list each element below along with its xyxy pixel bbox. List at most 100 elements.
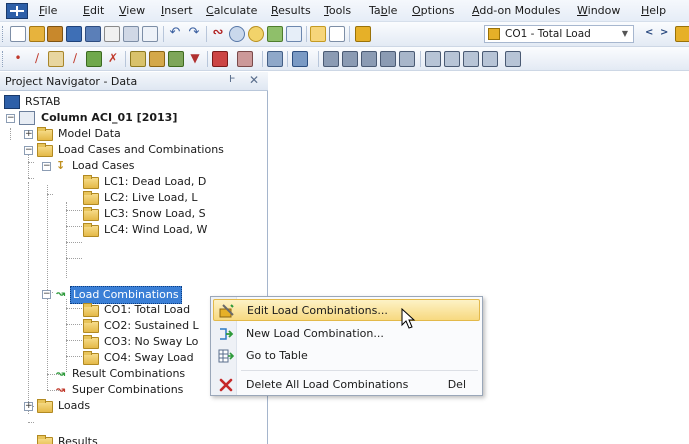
internal-force-result-icon[interactable] — [237, 51, 253, 67]
menu-tools[interactable]: Tools — [324, 4, 351, 18]
close-icon[interactable]: ✕ — [249, 73, 259, 87]
hinge-icon[interactable]: ∕ — [67, 51, 83, 67]
node-icon[interactable]: • — [10, 51, 26, 67]
tree-item-lc3[interactable]: LC3: Snow Load, S — [4, 206, 206, 222]
deformation-result-icon[interactable] — [212, 51, 228, 67]
tree-item-project[interactable]: − Column ACI_01 [2013] — [4, 110, 204, 126]
collapse-icon[interactable]: − — [24, 146, 33, 155]
menu-results[interactable]: Results — [271, 4, 311, 18]
folder-icon — [83, 319, 99, 333]
menu-file[interactable]: File — [39, 4, 57, 18]
view-select-icon[interactable] — [267, 26, 283, 42]
menu-edit[interactable]: Edit — [83, 4, 104, 18]
toolbar-grip[interactable] — [2, 26, 5, 42]
chevron-down-icon[interactable]: ▼ — [619, 27, 631, 41]
collapse-icon[interactable]: − — [42, 290, 51, 299]
standard-toolbar: ↶ ↷ ∾ CO1 - Total Load ▼ < > — [0, 22, 689, 47]
tree-item-model-data[interactable]: + Model Data — [4, 126, 204, 142]
select-window-icon[interactable] — [380, 51, 396, 67]
print-icon[interactable] — [104, 26, 120, 42]
menu-view[interactable]: View — [119, 4, 145, 18]
next-load-case-icon[interactable]: > — [660, 27, 668, 38]
open-folder-icon[interactable] — [29, 26, 45, 42]
menu-calculate[interactable]: Calculate — [206, 4, 257, 18]
imperfection-icon[interactable]: ▼ — [187, 51, 203, 67]
expand-icon[interactable]: + — [24, 402, 33, 411]
expand-icon[interactable]: + — [24, 130, 33, 139]
nodal-load-icon[interactable] — [130, 51, 146, 67]
tree-label: RSTAB — [25, 95, 61, 108]
imposed-deformation-icon[interactable] — [168, 51, 184, 67]
tree-item-super-combinations[interactable]: ↝ Super Combinations — [4, 382, 214, 398]
tree-item-load-cases-and-combinations[interactable]: − Load Cases and Combinations — [4, 142, 266, 158]
select-set-icon[interactable] — [361, 51, 377, 67]
tree-item-co3[interactable]: CO3: No Sway Lo — [4, 334, 204, 350]
table-toggle-icon[interactable] — [329, 26, 345, 42]
window-icon[interactable] — [286, 26, 302, 42]
cross-section-icon[interactable] — [86, 51, 102, 67]
tree-item-co2[interactable]: CO2: Sustained L — [4, 318, 204, 334]
tree-item-co1[interactable]: CO1: Total Load — [4, 302, 204, 318]
view-y-icon[interactable] — [444, 51, 460, 67]
member-load-icon[interactable] — [149, 51, 165, 67]
pin-icon[interactable]: Ͱ — [229, 74, 236, 85]
menu-addon-modules[interactable]: Add-on Modules — [472, 4, 560, 18]
folder-icon — [37, 435, 53, 444]
section-view-icon[interactable] — [267, 51, 283, 67]
results-display-icon[interactable] — [675, 26, 689, 42]
tree-item-load-combinations[interactable]: − ↝ Load Combinations — [4, 286, 214, 304]
project-manager-icon[interactable] — [66, 26, 82, 42]
menu-item-go-to-table[interactable]: Go to Table — [213, 345, 480, 367]
tree-item-result-combinations[interactable]: ↝ Result Combinations — [4, 366, 214, 382]
previous-load-case-icon[interactable]: < — [645, 27, 653, 38]
open-project-icon[interactable] — [47, 26, 63, 42]
menu-separator — [241, 370, 478, 371]
tree-item-load-cases[interactable]: − ↧ Load Cases — [4, 158, 204, 174]
collapse-icon[interactable]: − — [42, 162, 51, 171]
navigator-header: Project Navigator - Data Ͱ ✕ — [0, 72, 268, 91]
folder-icon — [83, 303, 99, 317]
member-icon[interactable]: ∕ — [29, 51, 45, 67]
view-x-icon[interactable] — [425, 51, 441, 67]
menu-window[interactable]: Window — [577, 4, 620, 18]
menu-table[interactable]: Table — [369, 4, 397, 18]
collapse-icon[interactable]: − — [6, 114, 15, 123]
view-z-icon[interactable] — [463, 51, 479, 67]
print-graphic-icon[interactable] — [123, 26, 139, 42]
select-all-icon[interactable] — [399, 51, 415, 67]
zoom-icon[interactable] — [229, 26, 245, 42]
support-icon[interactable] — [48, 51, 64, 67]
zoom-all-icon[interactable] — [248, 26, 264, 42]
load-case-icon[interactable] — [355, 26, 371, 42]
tree-item-loads[interactable]: + Loads — [4, 398, 204, 414]
select-node-icon[interactable] — [323, 51, 339, 67]
release-icon[interactable]: ✗ — [105, 51, 121, 67]
menu-item-new-load-combination[interactable]: New Load Combination... — [213, 323, 480, 345]
menu-insert[interactable]: Insert — [161, 4, 193, 18]
model-edit-icon[interactable]: ∾ — [210, 26, 226, 42]
select-member-icon[interactable] — [342, 51, 358, 67]
load-case-combo[interactable]: CO1 - Total Load ▼ — [484, 25, 634, 43]
tree-item-lc1[interactable]: LC1: Dead Load, D — [4, 174, 206, 190]
display-options-icon[interactable] — [505, 51, 521, 67]
tree-item-lc4[interactable]: LC4: Wind Load, W — [4, 222, 207, 238]
tree-label: Load Cases — [72, 159, 135, 172]
navigator-toggle-icon[interactable] — [310, 26, 326, 42]
toolbar-grip[interactable] — [2, 51, 5, 67]
undo-icon[interactable]: ↶ — [167, 26, 183, 42]
tree-item-lc2[interactable]: LC2: Live Load, L — [4, 190, 204, 206]
redo-icon[interactable]: ↷ — [186, 26, 202, 42]
tree-label: CO1: Total Load — [104, 303, 191, 316]
new-file-icon[interactable] — [10, 26, 26, 42]
menu-item-delete-all-load-combinations[interactable]: Delete All Load Combinations Del — [213, 374, 480, 396]
dimension-icon[interactable] — [292, 51, 308, 67]
save-icon[interactable] — [85, 26, 101, 42]
tree-item-co4[interactable]: CO4: Sway Load — [4, 350, 204, 366]
printout-report-icon[interactable] — [142, 26, 158, 42]
folder-icon — [37, 127, 53, 141]
tree-item-results[interactable]: Results — [4, 434, 204, 444]
menu-options[interactable]: Options — [412, 4, 454, 18]
menu-help[interactable]: Help — [641, 4, 666, 18]
menu-item-edit-load-combinations[interactable]: Edit Load Combinations... — [213, 299, 480, 321]
isometric-view-icon[interactable] — [482, 51, 498, 67]
